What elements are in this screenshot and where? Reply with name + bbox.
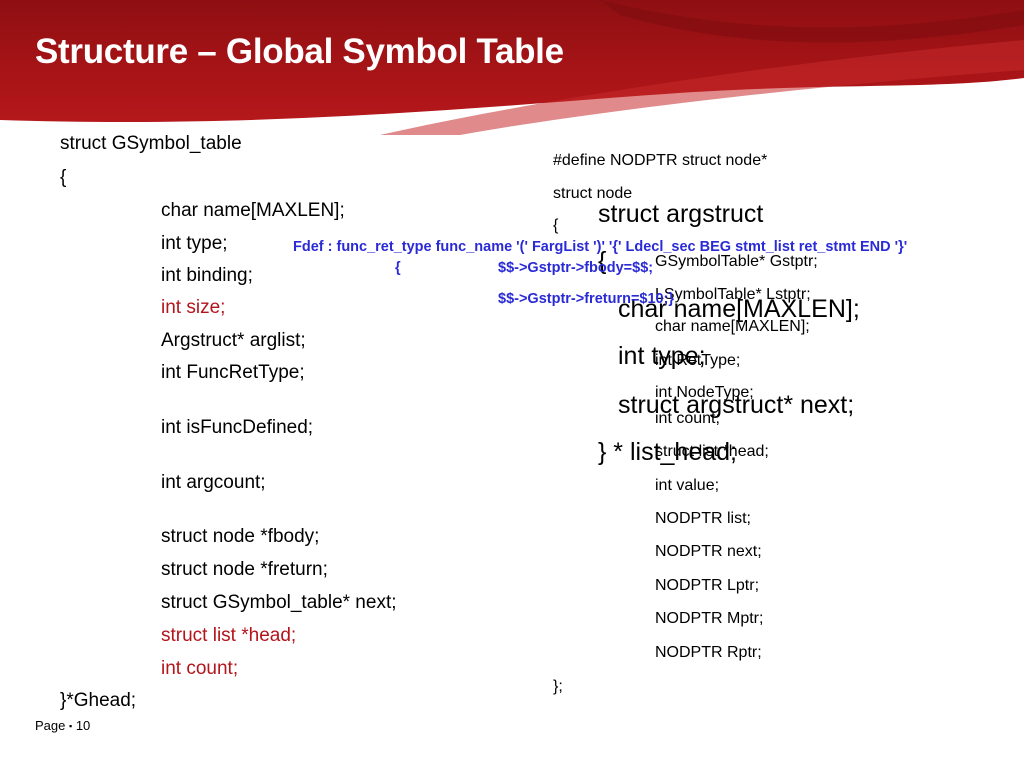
slide-title: Structure – Global Symbol Table [35, 32, 564, 71]
node-code-line: int value; [655, 477, 720, 494]
code-line-highlight: struct list *head; [161, 625, 297, 646]
code-line: char name[MAXLEN]; [161, 200, 345, 221]
page-number: 10 [75, 718, 91, 733]
code-line-highlight: int count; [161, 658, 239, 679]
page-footer: Page ▪ 10 [35, 718, 90, 733]
code-line-highlight: int size; [161, 297, 226, 318]
code-line: int type; [161, 233, 228, 254]
node-code-line: NODPTR list; [655, 510, 751, 527]
node-code-line: GSymbolTable* Gstptr; [655, 253, 818, 270]
code-line: struct GSymbol_table [60, 133, 242, 154]
page-separator: ▪ [69, 721, 73, 731]
node-code-line: NODPTR Rptr; [655, 644, 762, 661]
argstruct-line: int type; [618, 342, 706, 370]
code-line: struct node *freturn; [161, 559, 328, 580]
header-banner: Structure – Global Symbol Table [0, 0, 1024, 135]
code-line: struct GSymbol_table* next; [161, 592, 397, 613]
code-line: int argcount; [161, 472, 266, 493]
argstruct-line: struct argstruct* next; [618, 391, 855, 419]
node-code-line: NODPTR next; [655, 543, 762, 560]
node-code-line: NODPTR Lptr; [655, 577, 760, 594]
argstruct-line: struct argstruct [598, 200, 764, 228]
node-code-line: }; [553, 678, 563, 695]
argstruct-line: } * list_head; [598, 438, 737, 466]
node-code-line: #define NODPTR struct node* [553, 152, 768, 169]
code-line: { [60, 167, 67, 188]
grammar-brace: { [395, 260, 401, 276]
code-line: int FuncRetType; [161, 362, 305, 383]
grammar-action: $$->Gstptr->freturn=$10;} [498, 291, 675, 307]
page-label: Page [35, 718, 66, 733]
grammar-action: $$->Gstptr->fbody=$$; [498, 260, 654, 276]
grammar-rule: Fdef : func_ret_type func_name '(' FargL… [293, 239, 908, 255]
code-line: int isFuncDefined; [161, 417, 314, 438]
code-line: Argstruct* arglist; [161, 330, 306, 351]
code-line: int binding; [161, 265, 253, 286]
node-code-line: NODPTR Mptr; [655, 610, 764, 627]
code-line: }*Ghead; [60, 690, 137, 711]
code-line: struct node *fbody; [161, 526, 320, 547]
node-code-line: { [553, 217, 559, 234]
